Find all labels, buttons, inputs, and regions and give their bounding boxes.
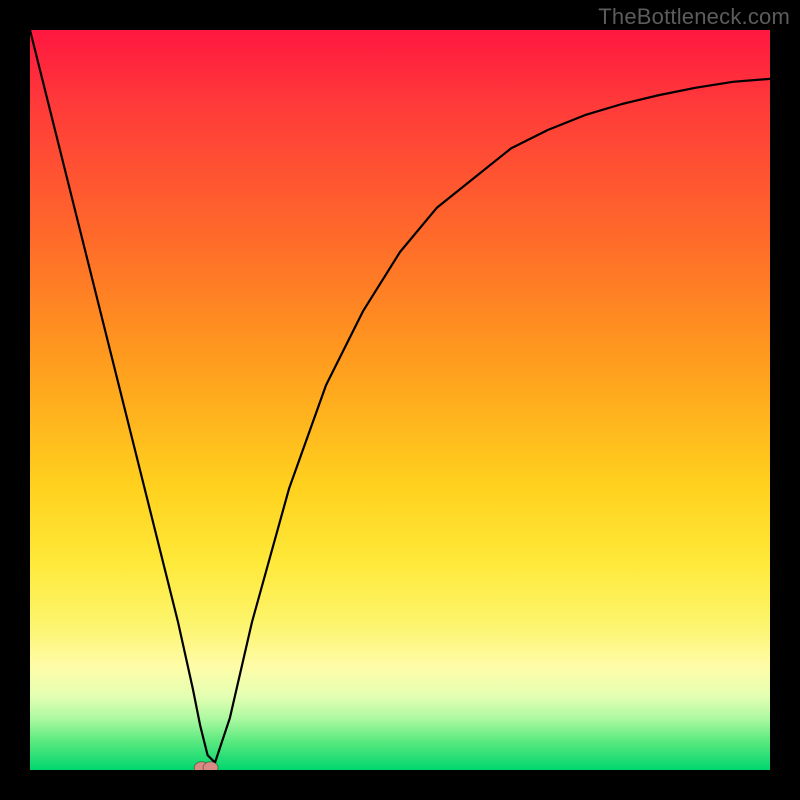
plot-area xyxy=(30,30,770,770)
chart-container: TheBottleneck.com xyxy=(0,0,800,800)
markers-group xyxy=(194,762,218,770)
dot-b xyxy=(203,762,218,770)
bottleneck-curve xyxy=(30,30,770,763)
source-label: TheBottleneck.com xyxy=(598,4,790,30)
chart-svg xyxy=(30,30,770,770)
